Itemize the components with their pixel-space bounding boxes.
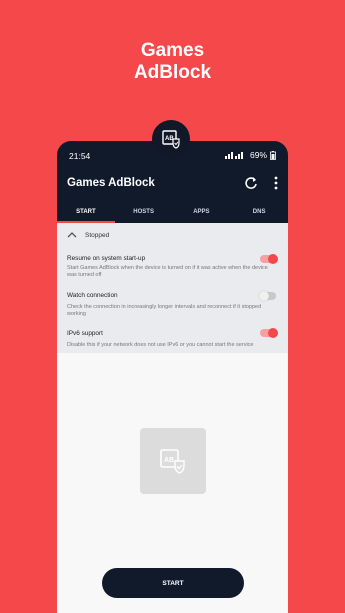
setting-title-resume: Resume on system start-up [67,255,146,262]
signal-icon [224,152,243,159]
state-label: Stopped [85,231,110,239]
promo-title-line2: AdBlock [133,62,212,83]
app-bar: Games AdBlock [57,169,288,201]
toggle-resume[interactable] [260,254,278,264]
tab-hosts[interactable]: HOSTS [115,201,173,223]
tab-dns[interactable]: DNS [230,201,288,223]
promo-title: Games AdBlock [0,40,345,84]
content-area: Stopped Resume on system start-up Start … [57,223,288,613]
state-row[interactable]: Stopped [67,231,109,239]
toggle-watch[interactable] [259,291,276,301]
toggle-knob [259,291,269,301]
chevron-up-icon[interactable] [67,231,77,239]
setting-desc-watch: Check the connection in increasingly lon… [67,304,262,317]
tab-bar: START HOSTS APPS DNS [57,201,288,223]
battery-percent: 69% [249,150,267,160]
toggle-ipv6[interactable] [260,328,278,338]
start-button[interactable]: START [102,568,244,598]
adblock-shield-icon: AB [162,130,180,149]
promo-title-line1: Games [140,40,205,61]
toggle-knob [268,328,278,338]
empty-state-logo: AB [140,428,206,494]
app-logo-badge: AB [152,120,190,158]
battery-icon [270,150,276,160]
svg-text:AB: AB [164,457,174,464]
status-time: 21:54 [69,151,91,161]
setting-title-ipv6: IPv6 support [67,330,103,337]
setting-desc-ipv6: Disable this if your network does not us… [67,342,254,348]
app-title: Games AdBlock [67,177,155,189]
settings-panel: Stopped Resume on system start-up Start … [57,223,288,353]
phone-screen: 21:54 69% Games AdBlock START HOSTS APPS… [57,141,288,613]
setting-title-watch: Watch connection [67,292,118,299]
tab-start[interactable]: START [57,201,115,223]
status-icons: 69% [224,150,276,160]
toggle-knob [268,254,278,264]
more-options-icon[interactable] [270,175,282,191]
setting-desc-resume: Start Games AdBlock when the device is t… [67,265,268,278]
refresh-icon[interactable] [243,175,259,191]
adblock-shield-icon: AB [160,449,185,474]
tab-apps[interactable]: APPS [173,201,231,223]
